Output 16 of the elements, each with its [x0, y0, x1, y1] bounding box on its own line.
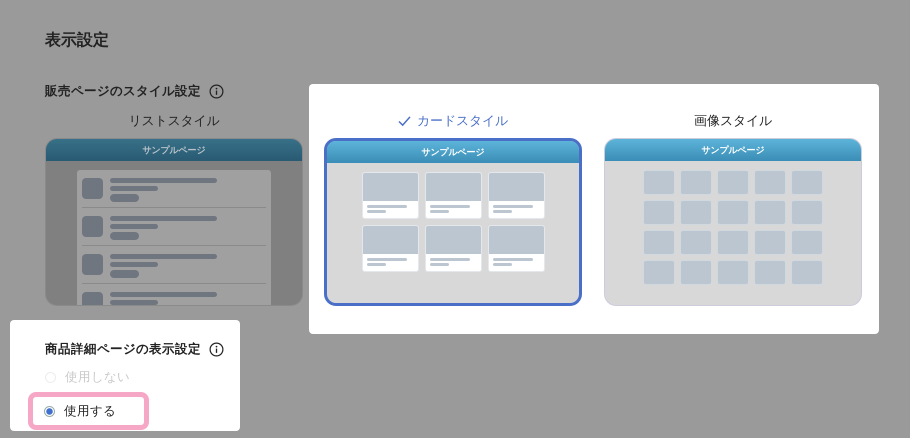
radio-label[interactable]: 使用する: [64, 402, 116, 420]
style-option-label[interactable]: 画像スタイル: [694, 112, 772, 130]
radio-button[interactable]: [44, 406, 55, 416]
style-option-label[interactable]: カードスタイル: [417, 112, 508, 130]
info-icon[interactable]: [209, 84, 224, 99]
section-heading: 商品詳細ページの表示設定: [45, 341, 201, 358]
style-option-label[interactable]: リストスタイル: [128, 112, 220, 130]
page-preview[interactable]: サンプルページ: [604, 138, 862, 306]
page-preview[interactable]: サンプルページ: [45, 138, 303, 306]
preview-header: サンプルページ: [327, 141, 579, 163]
preview-header: サンプルページ: [46, 139, 302, 161]
preview-header: サンプルページ: [605, 139, 861, 161]
page-title: 表示設定: [45, 30, 110, 51]
info-icon[interactable]: [209, 342, 224, 357]
section-heading: 販売ページのスタイル設定: [45, 83, 201, 100]
page-preview[interactable]: サンプルページ: [324, 138, 582, 306]
